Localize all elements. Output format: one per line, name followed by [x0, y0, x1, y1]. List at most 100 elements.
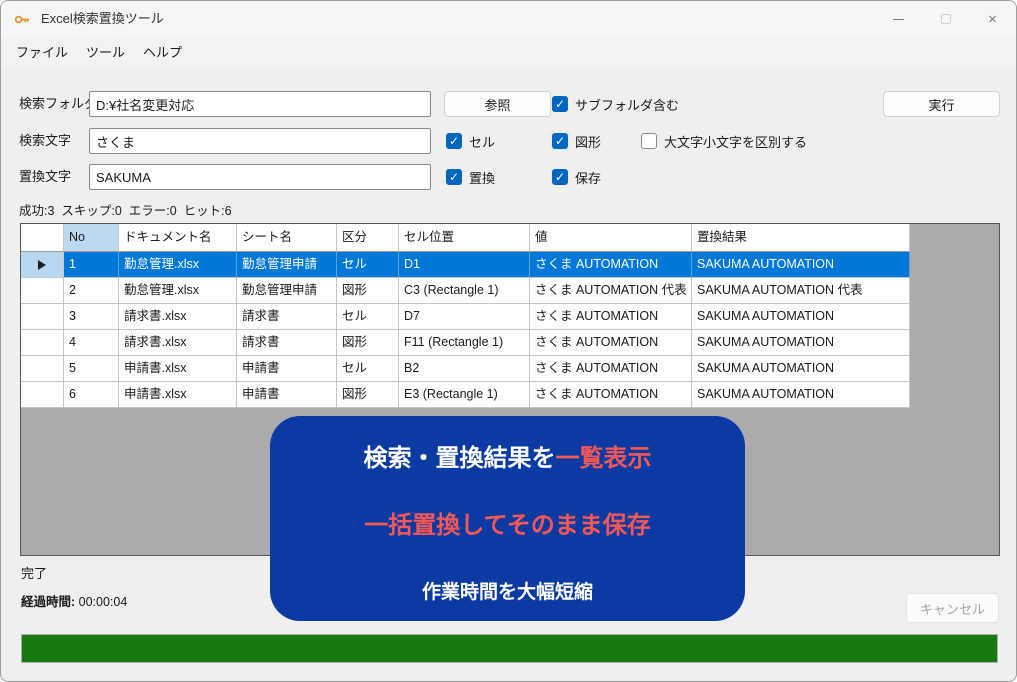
case-sensitive-checkbox[interactable]: 大文字小文字を区別する — [641, 128, 807, 154]
run-button[interactable]: 実行 — [883, 91, 1000, 117]
table-cell[interactable]: 4 — [64, 330, 119, 356]
promo-line-2: 一括置換してそのまま保存 — [270, 505, 745, 540]
window-controls: × — [875, 1, 1016, 37]
table-cell[interactable]: F11 (Rectangle 1) — [399, 330, 530, 356]
table-row[interactable]: 6申請書.xlsx申請書図形E3 (Rectangle 1)さくま AUTOMA… — [21, 382, 999, 408]
status-text: 完了 — [21, 563, 47, 582]
table-cell[interactable]: SAKUMA AUTOMATION — [692, 382, 910, 408]
table-cell[interactable]: セル — [337, 252, 399, 278]
table-cell[interactable]: 勤怠管理申請 — [237, 252, 337, 278]
table-row[interactable]: 3請求書.xlsx請求書セルD7さくま AUTOMATIONSAKUMA AUT… — [21, 304, 999, 330]
subfolder-checkbox-box[interactable] — [552, 96, 568, 112]
minimize-button[interactable] — [875, 1, 922, 37]
menu-file[interactable]: ファイル — [7, 37, 77, 66]
current-row-arrow-icon — [38, 260, 46, 270]
table-header-row: Noドキュメント名シート名区分セル位置値置換結果 — [21, 224, 999, 252]
shape-checkbox[interactable]: 図形 — [552, 128, 601, 154]
row-selector[interactable] — [21, 278, 64, 304]
menu-bar: ファイル ツール ヘルプ — [1, 37, 1016, 66]
replace-checkbox[interactable]: 置換 — [446, 164, 495, 190]
save-checkbox[interactable]: 保存 — [552, 164, 601, 190]
progress-bar — [21, 634, 998, 663]
table-cell[interactable]: さくま AUTOMATION — [530, 252, 692, 278]
table-cell[interactable]: 申請書.xlsx — [119, 382, 237, 408]
cell-checkbox[interactable]: セル — [446, 128, 495, 154]
table-cell[interactable]: C3 (Rectangle 1) — [399, 278, 530, 304]
menu-tools[interactable]: ツール — [77, 37, 134, 66]
table-cell[interactable]: 勤怠管理.xlsx — [119, 278, 237, 304]
cell-checkbox-label: セル — [469, 132, 495, 151]
table-cell[interactable]: さくま AUTOMATION — [530, 330, 692, 356]
column-header[interactable]: 値 — [530, 224, 692, 252]
row-selector-header[interactable] — [21, 224, 64, 252]
table-cell[interactable]: セル — [337, 356, 399, 382]
browse-button[interactable]: 参照 — [444, 91, 551, 117]
table-cell[interactable]: 勤怠管理申請 — [237, 278, 337, 304]
promo-line-3: 作業時間を大幅短縮 — [270, 577, 745, 604]
elapsed-time: 経過時間: 00:00:04 — [21, 591, 127, 610]
table-cell[interactable]: 勤怠管理.xlsx — [119, 252, 237, 278]
cancel-button[interactable]: キャンセル — [906, 593, 999, 623]
table-cell[interactable]: 1 — [64, 252, 119, 278]
row-selector[interactable] — [21, 252, 64, 278]
column-header[interactable]: シート名 — [237, 224, 337, 252]
table-cell[interactable]: さくま AUTOMATION — [530, 356, 692, 382]
table-cell[interactable]: SAKUMA AUTOMATION — [692, 356, 910, 382]
subfolder-checkbox[interactable]: サブフォルダ含む — [552, 91, 679, 117]
search-text-input[interactable] — [89, 128, 431, 154]
table-cell[interactable]: 申請書.xlsx — [119, 356, 237, 382]
row-selector[interactable] — [21, 356, 64, 382]
row-selector[interactable] — [21, 382, 64, 408]
app-window: Excel検索置換ツール × ファイル ツール ヘルプ 検索フォルダ 参照 サブ… — [0, 0, 1017, 682]
table-cell[interactable]: セル — [337, 304, 399, 330]
table-row[interactable]: 4請求書.xlsx請求書図形F11 (Rectangle 1)さくま AUTOM… — [21, 330, 999, 356]
table-cell[interactable]: SAKUMA AUTOMATION — [692, 304, 910, 330]
table-cell[interactable]: 申請書 — [237, 356, 337, 382]
case-sensitive-checkbox-box[interactable] — [641, 133, 657, 149]
table-cell[interactable]: 図形 — [337, 382, 399, 408]
menu-help[interactable]: ヘルプ — [134, 37, 191, 66]
table-cell[interactable]: 2 — [64, 278, 119, 304]
replace-checkbox-label: 置換 — [469, 168, 495, 187]
column-header[interactable]: 置換結果 — [692, 224, 910, 252]
column-header[interactable]: No — [64, 224, 119, 252]
column-header[interactable]: セル位置 — [399, 224, 530, 252]
save-checkbox-box[interactable] — [552, 169, 568, 185]
table-cell[interactable]: B2 — [399, 356, 530, 382]
table-cell[interactable]: 申請書 — [237, 382, 337, 408]
table-cell[interactable]: 6 — [64, 382, 119, 408]
table-row[interactable]: 5申請書.xlsx申請書セルB2さくま AUTOMATIONSAKUMA AUT… — [21, 356, 999, 382]
shape-checkbox-box[interactable] — [552, 133, 568, 149]
column-header[interactable]: ドキュメント名 — [119, 224, 237, 252]
elapsed-value: 00:00:04 — [79, 595, 128, 609]
table-cell[interactable]: 3 — [64, 304, 119, 330]
table-cell[interactable]: 請求書 — [237, 304, 337, 330]
replace-text-input[interactable] — [89, 164, 431, 190]
table-cell[interactable]: さくま AUTOMATION — [530, 304, 692, 330]
table-cell[interactable]: SAKUMA AUTOMATION — [692, 252, 910, 278]
table-cell[interactable]: 図形 — [337, 330, 399, 356]
column-header[interactable]: 区分 — [337, 224, 399, 252]
table-cell[interactable]: SAKUMA AUTOMATION — [692, 330, 910, 356]
table-cell[interactable]: 図形 — [337, 278, 399, 304]
close-button[interactable]: × — [969, 1, 1016, 37]
table-cell[interactable]: E3 (Rectangle 1) — [399, 382, 530, 408]
row-selector[interactable] — [21, 330, 64, 356]
search-folder-input[interactable] — [89, 91, 431, 117]
table-row[interactable]: 1勤怠管理.xlsx勤怠管理申請セルD1さくま AUTOMATIONSAKUMA… — [21, 252, 999, 278]
table-cell[interactable]: SAKUMA AUTOMATION 代表 — [692, 278, 910, 304]
table-cell[interactable]: 請求書.xlsx — [119, 330, 237, 356]
table-cell[interactable]: 請求書.xlsx — [119, 304, 237, 330]
table-cell[interactable]: D1 — [399, 252, 530, 278]
table-cell[interactable]: D7 — [399, 304, 530, 330]
search-text-label: 検索文字 — [19, 128, 71, 154]
table-cell[interactable]: 5 — [64, 356, 119, 382]
row-selector[interactable] — [21, 304, 64, 330]
maximize-button[interactable] — [922, 1, 969, 37]
cell-checkbox-box[interactable] — [446, 133, 462, 149]
table-row[interactable]: 2勤怠管理.xlsx勤怠管理申請図形C3 (Rectangle 1)さくま AU… — [21, 278, 999, 304]
table-cell[interactable]: さくま AUTOMATION — [530, 382, 692, 408]
table-cell[interactable]: 請求書 — [237, 330, 337, 356]
replace-checkbox-box[interactable] — [446, 169, 462, 185]
table-cell[interactable]: さくま AUTOMATION 代表 — [530, 278, 692, 304]
